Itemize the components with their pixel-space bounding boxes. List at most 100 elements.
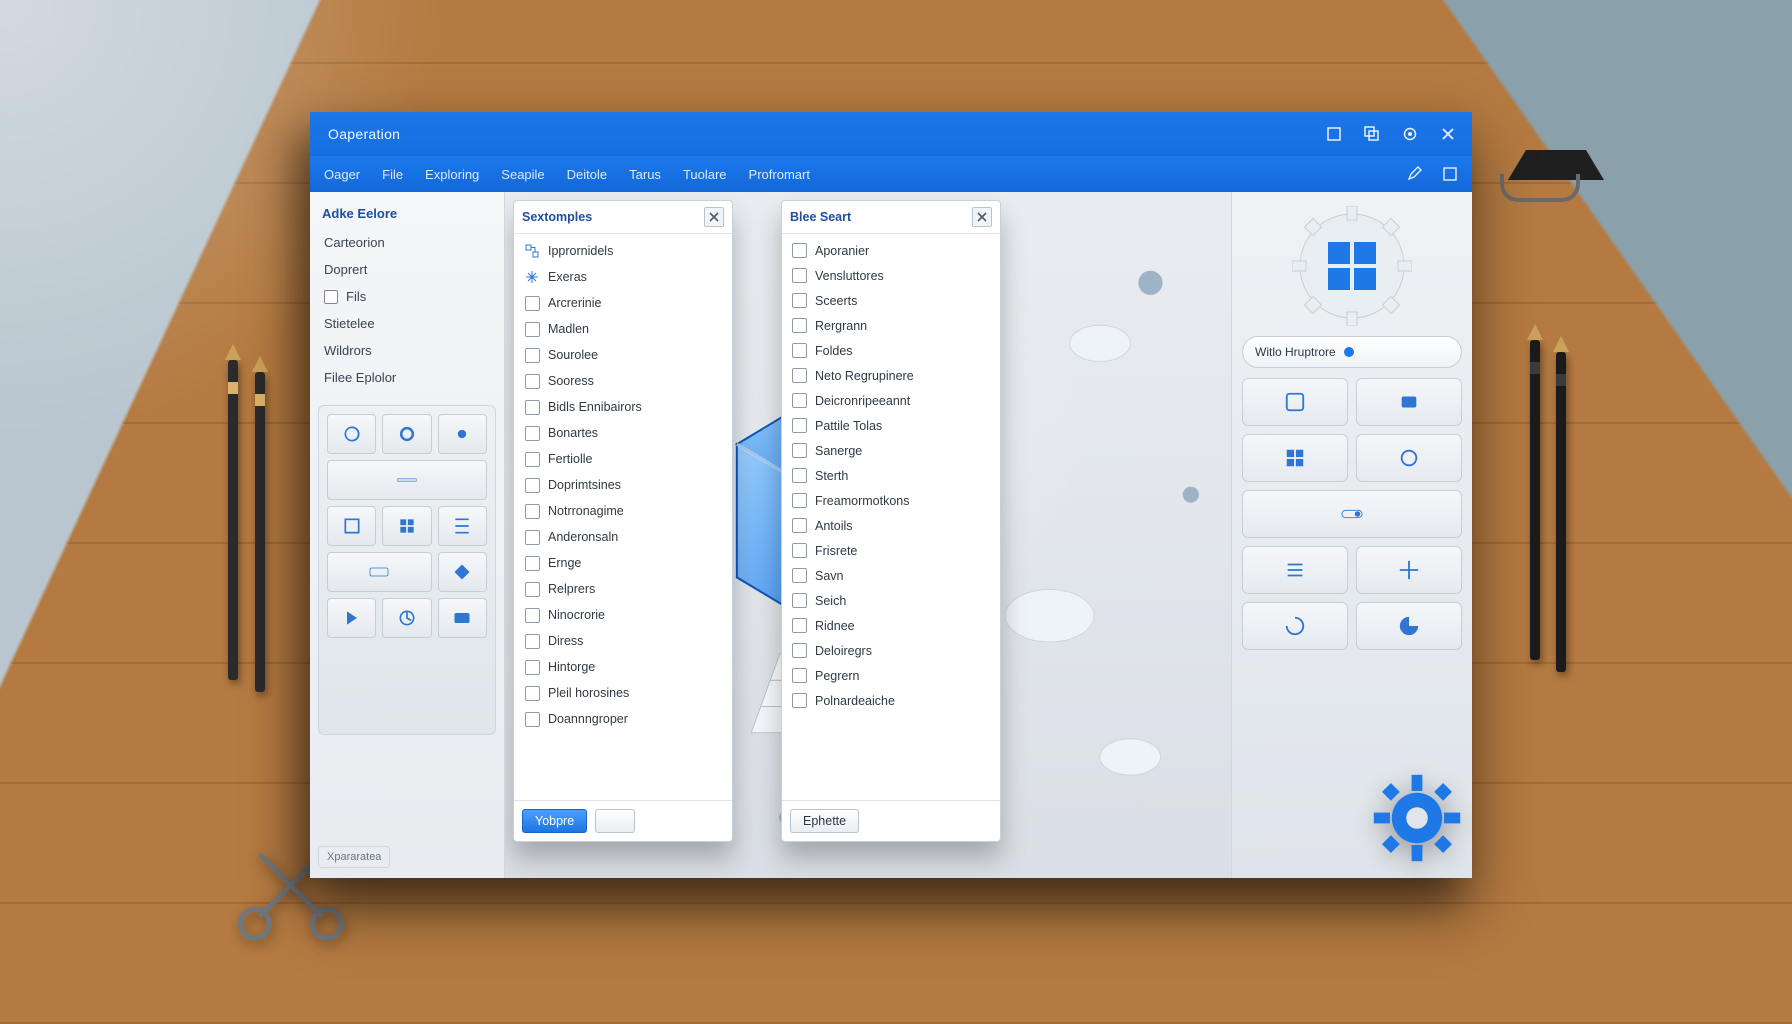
- checkbox-icon[interactable]: [792, 343, 807, 358]
- sidebar-item[interactable]: Fils: [318, 285, 496, 308]
- chip-tile[interactable]: [1356, 378, 1462, 426]
- checkbox-icon[interactable]: [792, 643, 807, 658]
- panel-secondary-button[interactable]: [595, 809, 635, 833]
- checkbox-icon[interactable]: [324, 290, 338, 304]
- menu-item[interactable]: Tarus: [629, 167, 661, 182]
- list-item[interactable]: Bonartes: [518, 420, 728, 446]
- chip-tile[interactable]: [1356, 546, 1462, 594]
- checkbox-icon[interactable]: [792, 543, 807, 558]
- list-item[interactable]: Fertiolle: [518, 446, 728, 472]
- sidebar-item[interactable]: Filee Eplolor: [318, 366, 496, 389]
- tool-tile[interactable]: [382, 506, 431, 546]
- checkbox-icon[interactable]: [792, 443, 807, 458]
- list-item[interactable]: Doannngroper: [518, 706, 728, 732]
- chip-tile[interactable]: [1356, 602, 1462, 650]
- list-item[interactable]: Bidls Ennibairors: [518, 394, 728, 420]
- list-item[interactable]: Sanerge: [786, 438, 996, 463]
- chip-tile[interactable]: [1242, 546, 1348, 594]
- checkbox-icon[interactable]: [792, 318, 807, 333]
- checkbox-icon[interactable]: [792, 268, 807, 283]
- list-item[interactable]: Hintorge: [518, 654, 728, 680]
- menu-item[interactable]: Profromart: [749, 167, 810, 182]
- menu-item[interactable]: File: [382, 167, 403, 182]
- list-item[interactable]: Seich: [786, 588, 996, 613]
- list-item[interactable]: Diress: [518, 628, 728, 654]
- sidebar-item[interactable]: Carteorion: [318, 231, 496, 254]
- sidebar-item[interactable]: Stietelee: [318, 312, 496, 335]
- tool-tile[interactable]: [438, 552, 487, 592]
- list-item[interactable]: Relprers: [518, 576, 728, 602]
- list-item[interactable]: Sourolee: [518, 342, 728, 368]
- list-item[interactable]: Rergrann: [786, 313, 996, 338]
- panel-close-button[interactable]: [972, 207, 992, 227]
- tool-tile[interactable]: [382, 414, 431, 454]
- tool-tile[interactable]: [382, 598, 431, 638]
- list-item[interactable]: Vensluttores: [786, 263, 996, 288]
- list-item[interactable]: Notrronagime: [518, 498, 728, 524]
- list-item[interactable]: Ernge: [518, 550, 728, 576]
- tool-tile[interactable]: [327, 598, 376, 638]
- checkbox-icon[interactable]: [792, 518, 807, 533]
- list-item[interactable]: Savn: [786, 563, 996, 588]
- pill-badge[interactable]: Witlo Hruptrore: [1242, 336, 1462, 368]
- list-item[interactable]: Sooress: [518, 368, 728, 394]
- list-item[interactable]: Foldes: [786, 338, 996, 363]
- panel-close-button[interactable]: [704, 207, 724, 227]
- tool-tile[interactable]: [327, 414, 376, 454]
- checkbox-icon[interactable]: [792, 693, 807, 708]
- list-item[interactable]: Sceerts: [786, 288, 996, 313]
- list-item[interactable]: Deloiregrs: [786, 638, 996, 663]
- tool-tile[interactable]: [438, 598, 487, 638]
- list-item[interactable]: Pattile Tolas: [786, 413, 996, 438]
- settings-icon[interactable]: [1400, 124, 1420, 144]
- tool-tile[interactable]: [327, 460, 487, 500]
- close-icon[interactable]: [1438, 124, 1458, 144]
- menu-item[interactable]: Tuolare: [683, 167, 727, 182]
- checkbox-icon[interactable]: [792, 593, 807, 608]
- list-item[interactable]: Anderonsaln: [518, 524, 728, 550]
- list-item[interactable]: Ipprornidels: [518, 238, 728, 264]
- checkbox-icon[interactable]: [792, 618, 807, 633]
- list-item[interactable]: Sterth: [786, 463, 996, 488]
- edit-icon[interactable]: [1406, 166, 1422, 182]
- chip-tile[interactable]: [1242, 490, 1462, 538]
- list-item[interactable]: Aporanier: [786, 238, 996, 263]
- checkbox-icon[interactable]: [792, 393, 807, 408]
- list-item[interactable]: Arcrerinie: [518, 290, 728, 316]
- minimize-icon[interactable]: [1324, 124, 1344, 144]
- list-item[interactable]: Ninocrorie: [518, 602, 728, 628]
- checkbox-icon[interactable]: [792, 568, 807, 583]
- checkbox-icon[interactable]: [792, 368, 807, 383]
- help-icon[interactable]: [1442, 166, 1458, 182]
- list-item[interactable]: Doprimtsines: [518, 472, 728, 498]
- list-item[interactable]: Pegrern: [786, 663, 996, 688]
- chip-tile[interactable]: [1356, 434, 1462, 482]
- menu-item[interactable]: Deitole: [567, 167, 607, 182]
- panel-primary-button[interactable]: Yobpre: [522, 809, 587, 833]
- list-item[interactable]: Polnardeaiche: [786, 688, 996, 713]
- list-item[interactable]: Antoils: [786, 513, 996, 538]
- checkbox-icon[interactable]: [792, 293, 807, 308]
- panel-primary-button[interactable]: Ephette: [790, 809, 859, 833]
- chip-tile[interactable]: [1242, 434, 1348, 482]
- list-item[interactable]: Madlen: [518, 316, 728, 342]
- maximize-icon[interactable]: [1362, 124, 1382, 144]
- list-item[interactable]: Pleil horosines: [518, 680, 728, 706]
- tool-tile[interactable]: [438, 414, 487, 454]
- chip-tile[interactable]: [1242, 378, 1348, 426]
- checkbox-icon[interactable]: [792, 493, 807, 508]
- sidebar-item[interactable]: Doprert: [318, 258, 496, 281]
- tool-tile[interactable]: [438, 506, 487, 546]
- checkbox-icon[interactable]: [792, 243, 807, 258]
- tool-tile[interactable]: [327, 506, 376, 546]
- checkbox-icon[interactable]: [792, 418, 807, 433]
- list-item[interactable]: Deicronripeeannt: [786, 388, 996, 413]
- menu-item[interactable]: Seapile: [501, 167, 544, 182]
- tool-tile[interactable]: [327, 552, 432, 592]
- chip-tile[interactable]: [1242, 602, 1348, 650]
- checkbox-icon[interactable]: [792, 468, 807, 483]
- list-item[interactable]: Frisrete: [786, 538, 996, 563]
- list-item[interactable]: Ridnee: [786, 613, 996, 638]
- menu-item[interactable]: Exploring: [425, 167, 479, 182]
- sidebar-item[interactable]: Wildrors: [318, 339, 496, 362]
